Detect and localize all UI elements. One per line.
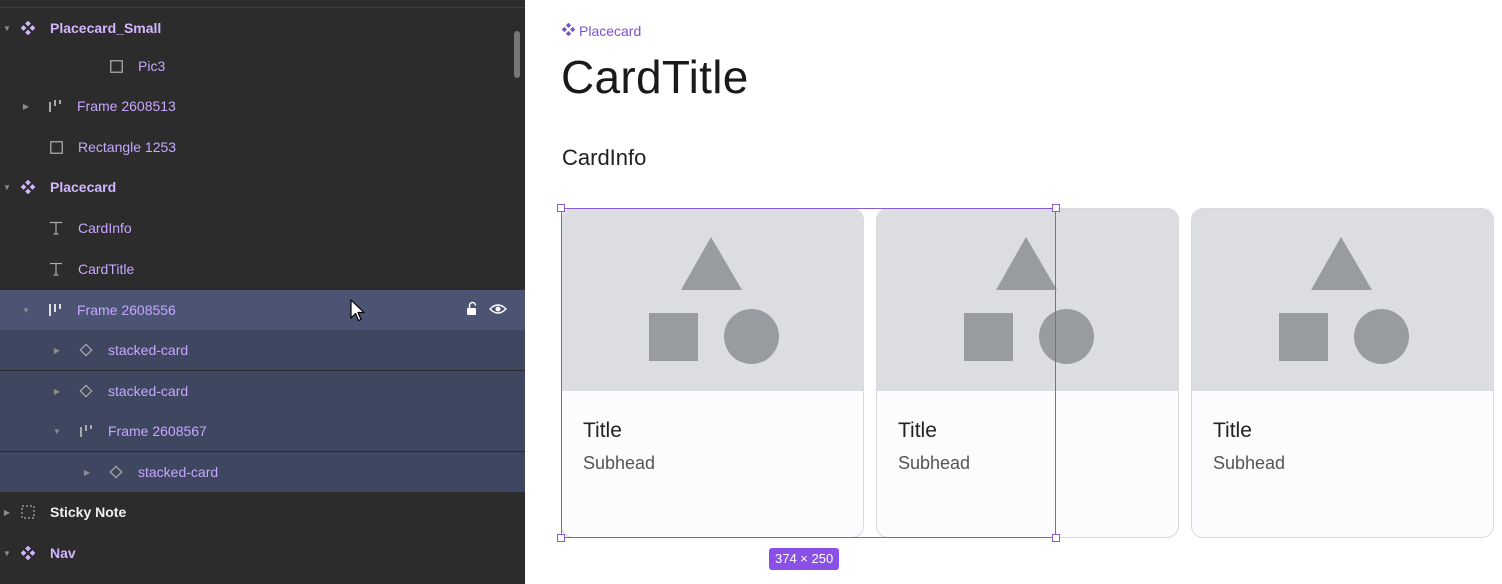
card-title-text[interactable]: CardTitle xyxy=(561,50,749,104)
card-subhead: Subhead xyxy=(583,453,656,473)
card-media-placeholder xyxy=(1192,209,1493,391)
selection-size-badge: 374 × 250 xyxy=(769,548,840,570)
component-icon xyxy=(20,20,36,36)
card-title: Title xyxy=(1213,419,1252,442)
eye-icon[interactable] xyxy=(489,302,507,318)
design-canvas[interactable]: Placecard CardTitle CardInfo Title Subhe… xyxy=(525,0,1502,584)
card-media-placeholder xyxy=(562,209,863,391)
layer-row-cardtitle[interactable]: CardTitle xyxy=(0,249,525,289)
layer-row-placecard[interactable]: ▼ Placecard xyxy=(0,167,525,207)
layer-name: Frame 2608513 xyxy=(77,98,176,114)
chevron-down-icon[interactable]: ▼ xyxy=(2,23,12,33)
layer-name: Placecard xyxy=(50,179,117,195)
chevron-down-icon[interactable]: ▼ xyxy=(2,548,12,558)
card-info-text[interactable]: CardInfo xyxy=(562,145,646,171)
stacked-card[interactable]: Title Subhead xyxy=(561,208,864,538)
layer-name: stacked-card xyxy=(138,464,219,480)
component-icon xyxy=(20,545,36,561)
layer-name: Frame 2608556 xyxy=(77,302,176,318)
text-icon xyxy=(48,220,64,236)
card-subhead: Subhead xyxy=(1213,453,1286,473)
layer-name: CardTitle xyxy=(78,261,135,277)
text-icon xyxy=(48,261,64,277)
chevron-down-icon[interactable]: ▼ xyxy=(21,305,31,315)
layers-panel: ▼ Placecard_Small Pic3 ▶ Frame 2608513 R… xyxy=(0,0,525,584)
layer-row-stacked-card[interactable]: ▶ stacked-card xyxy=(0,330,525,370)
layer-row-rectangle-1253[interactable]: Rectangle 1253 xyxy=(0,127,525,167)
chevron-right-icon[interactable]: ▶ xyxy=(52,386,62,396)
card-title: Title xyxy=(898,419,937,442)
row-actions xyxy=(465,301,507,319)
layer-row-frame-2608567[interactable]: ▼ Frame 2608567 xyxy=(0,411,525,451)
component-icon xyxy=(20,179,36,195)
chevron-right-icon[interactable]: ▶ xyxy=(52,345,62,355)
card-title: Title xyxy=(583,419,622,442)
layer-row-frame-2608556[interactable]: ▼ Frame 2608556 xyxy=(0,290,525,330)
resize-handle-top-right[interactable] xyxy=(1052,204,1060,212)
sticky-note-icon xyxy=(20,504,36,520)
resize-handle-bottom-left[interactable] xyxy=(557,534,565,542)
layer-name: Placecard_Small xyxy=(50,20,162,36)
mouse-cursor-icon xyxy=(350,299,366,328)
layer-row-pic3[interactable]: Pic3 xyxy=(0,46,525,86)
stacked-card[interactable]: Title Subhead xyxy=(876,208,1179,538)
resize-handle-top-left[interactable] xyxy=(557,204,565,212)
layer-name: stacked-card xyxy=(108,383,189,399)
lock-icon[interactable] xyxy=(465,301,479,319)
rectangle-icon xyxy=(48,139,64,155)
layer-row-placecard-small[interactable]: ▼ Placecard_Small xyxy=(0,8,525,48)
layer-name: Nav xyxy=(50,545,76,561)
instance-icon xyxy=(78,342,94,358)
layer-row-nav[interactable]: ▼ Nav xyxy=(0,533,525,573)
layer-name: Frame 2608567 xyxy=(108,423,207,439)
instance-icon xyxy=(108,464,124,480)
frame-autolayout-icon xyxy=(47,98,63,114)
frame-autolayout-icon xyxy=(78,423,94,439)
layers-scrollbar[interactable] xyxy=(514,31,520,78)
layer-name: Pic3 xyxy=(138,58,166,74)
layer-row-stacked-card[interactable]: ▶ stacked-card xyxy=(0,452,525,492)
rectangle-icon xyxy=(108,58,124,74)
chevron-right-icon[interactable]: ▶ xyxy=(82,467,92,477)
component-label[interactable]: Placecard xyxy=(561,22,642,39)
layer-name: stacked-card xyxy=(108,342,189,358)
component-label-text: Placecard xyxy=(579,23,642,39)
stacked-card[interactable]: Title Subhead xyxy=(1191,208,1494,538)
frame-autolayout-icon xyxy=(47,302,63,318)
resize-handle-bottom-right[interactable] xyxy=(1052,534,1060,542)
layer-row-cardinfo[interactable]: CardInfo xyxy=(0,208,525,248)
chevron-right-icon[interactable]: ▶ xyxy=(21,101,31,111)
chevron-down-icon[interactable]: ▼ xyxy=(52,426,62,436)
chevron-right-icon[interactable]: ▶ xyxy=(2,507,12,517)
layer-name: Rectangle 1253 xyxy=(78,139,177,155)
layer-name: CardInfo xyxy=(78,220,132,236)
instance-icon xyxy=(78,383,94,399)
shapes-placeholder-icon xyxy=(1279,237,1409,364)
card-media-placeholder xyxy=(877,209,1178,391)
card-subhead: Subhead xyxy=(898,453,971,473)
layer-row-sticky-note[interactable]: ▶ Sticky Note xyxy=(0,492,525,532)
layer-row-stacked-card[interactable]: ▶ stacked-card xyxy=(0,371,525,411)
chevron-down-icon[interactable]: ▼ xyxy=(2,182,12,192)
shapes-placeholder-icon xyxy=(649,237,779,364)
shapes-placeholder-icon xyxy=(964,237,1094,364)
component-icon xyxy=(561,22,576,39)
layer-row-frame-2608513[interactable]: ▶ Frame 2608513 xyxy=(0,86,525,126)
layer-name: Sticky Note xyxy=(50,504,127,520)
